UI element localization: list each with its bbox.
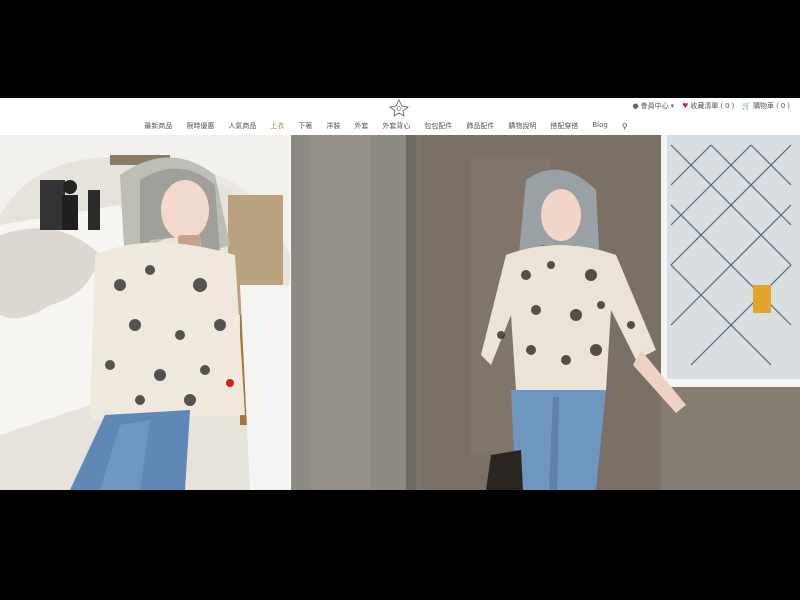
nav-item-bags[interactable]: 包包配件: [424, 121, 452, 131]
logo-icon: [389, 99, 409, 117]
model-photo-left: [0, 135, 290, 490]
nav-item-dresses[interactable]: 洋裝: [326, 121, 340, 131]
website: ● 會員中心 ▾ ♥ 收藏清單 (0) 🛒 購物車 (0) 最新商品 限時優惠 …: [0, 98, 800, 490]
nav-item-sale[interactable]: 限時優惠: [186, 121, 214, 131]
nav-list: 最新商品 限時優惠 人氣商品 上衣 下著 洋裝 外套 外套背心 包包配件 飾品配…: [144, 121, 607, 131]
nav-item-vests[interactable]: 外套背心: [382, 121, 410, 131]
cart-label: 購物車: [753, 102, 775, 110]
store-logo[interactable]: [388, 99, 410, 117]
utility-bar: ● 會員中心 ▾ ♥ 收藏清單 (0) 🛒 購物車 (0): [633, 101, 791, 111]
hero-slide-right[interactable]: [291, 135, 800, 490]
site-header: ● 會員中心 ▾ ♥ 收藏清單 (0) 🛒 購物車 (0) 最新商品 限時優惠 …: [0, 98, 800, 135]
search-icon[interactable]: ⚲: [622, 122, 628, 131]
nav-item-guide[interactable]: 購物說明: [508, 121, 536, 131]
nav-item-bottoms[interactable]: 下著: [298, 121, 312, 131]
cart-icon: 🛒: [742, 102, 752, 110]
chevron-down-icon: ▾: [670, 102, 675, 110]
cart-link[interactable]: 🛒 購物車 (0): [742, 101, 790, 111]
main-nav: 最新商品 限時優惠 人氣商品 上衣 下著 洋裝 外套 外套背心 包包配件 飾品配…: [0, 119, 800, 133]
nav-item-accessories[interactable]: 飾品配件: [466, 121, 494, 131]
member-center-link[interactable]: ● 會員中心 ▾: [633, 101, 675, 111]
model-photo-right: [291, 135, 800, 490]
nav-item-new[interactable]: 最新商品: [144, 121, 172, 131]
user-icon: ●: [632, 102, 639, 110]
wishlist-link[interactable]: ♥ 收藏清單 (0): [682, 101, 734, 111]
member-label: 會員中心: [640, 102, 669, 110]
wishlist-count: 0: [725, 102, 730, 110]
wishlist-label: 收藏清單: [690, 102, 719, 110]
cart-count: 0: [780, 102, 786, 110]
nav-item-outerwear[interactable]: 外套: [354, 121, 368, 131]
nav-item-styling[interactable]: 搭配穿搭: [550, 121, 578, 131]
hero-slide-left[interactable]: [0, 135, 290, 490]
heart-icon: ♥: [682, 102, 689, 110]
nav-item-tops[interactable]: 上衣: [270, 121, 284, 131]
nav-item-popular[interactable]: 人氣商品: [228, 121, 256, 131]
nav-item-blog[interactable]: Blog: [592, 121, 607, 131]
hero-banner[interactable]: [0, 135, 800, 490]
